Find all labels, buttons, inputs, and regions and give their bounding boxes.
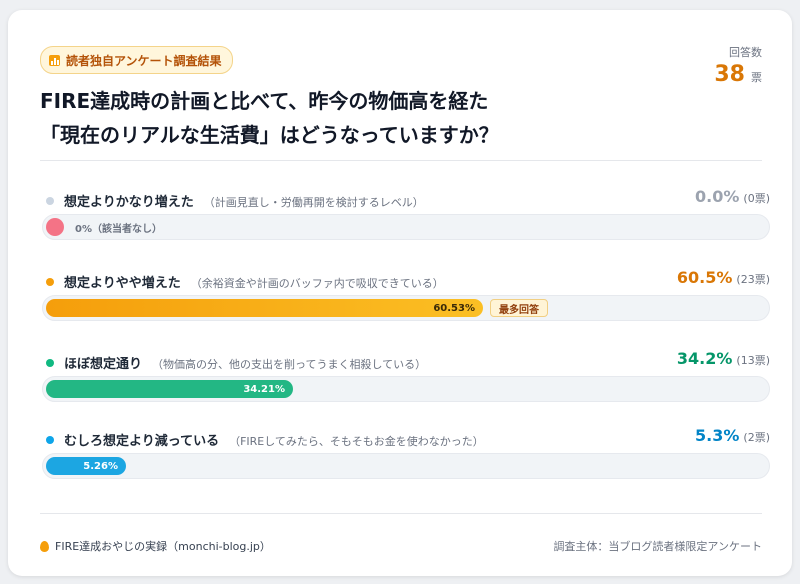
- answer-option: ほぼ想定通り （物価高の分、他の支出を削ってうまく相殺している） 34.2% (1…: [40, 349, 770, 402]
- vote-count: (0票): [743, 192, 770, 205]
- response-count-unit: 票: [751, 71, 762, 84]
- option-note: （計画見直し・労働再開を検討するレベル）: [203, 196, 424, 209]
- percent-value: 0.0%: [695, 187, 740, 206]
- bar-chart-icon: [49, 54, 60, 66]
- response-count-value: 38: [714, 62, 745, 87]
- response-count-label: 回答数: [729, 46, 762, 59]
- option-label: ほぼ想定通り （物価高の分、他の支出を削ってうまく相殺している）: [64, 357, 427, 372]
- bar-fill: 5.26%: [46, 457, 126, 475]
- option-percentage: 0.0% (0票): [695, 187, 770, 206]
- bar-track: 5.26%: [42, 453, 770, 479]
- option-dot: [46, 436, 54, 444]
- bar-label: 34.21%: [243, 383, 285, 395]
- footer-sponsor: 調査主体：当ブログ読者様限定アンケート: [553, 540, 762, 553]
- option-dot: [46, 278, 54, 286]
- answer-option: 想定よりかなり増えた （計画見直し・労働再開を検討するレベル） 0.0% (0票)…: [40, 187, 770, 240]
- vote-count: (23票): [736, 273, 770, 286]
- bar-fill: 34.21%: [46, 380, 293, 398]
- option-percentage: 34.2% (13票): [677, 349, 770, 368]
- option-note: （物価高の分、他の支出を削ってうまく相殺している）: [152, 358, 427, 371]
- bar-fill: 60.53%: [46, 299, 483, 317]
- percent-value: 34.2%: [676, 349, 733, 368]
- footer-source: FIRE達成おやじの実録（monchi-blog.jp）: [40, 538, 271, 554]
- chart-title: FIRE達成時の計画と比べて、昨今の物価高を経た 「現在のリアルな生活費」はどう…: [40, 84, 600, 152]
- vote-count: (2票): [743, 431, 770, 444]
- survey-badge: 読者独自アンケート調査結果: [40, 46, 233, 74]
- bar-label: 60.53%: [433, 302, 475, 314]
- footer-divider: [40, 513, 762, 514]
- title-line-2: 「現在のリアルな生活費」はどうなっていますか？: [40, 123, 499, 147]
- header-divider: [40, 160, 762, 161]
- option-dot: [46, 197, 54, 205]
- flame-icon: [40, 540, 49, 552]
- answer-option: 想定よりやや増えた （余裕資金や計画のバッファ内で吸収できている） 60.5% (…: [40, 268, 770, 321]
- percent-value: 5.3%: [695, 426, 740, 445]
- most-answer-tag: 最多回答: [490, 299, 548, 317]
- vote-count: (13票): [736, 354, 770, 367]
- bar-label: 0%（該当者なし）: [75, 224, 162, 235]
- option-label: むしろ想定より減っている （FIREしてみたら、そもそもお金を使わなかった）: [64, 434, 484, 449]
- option-label: 想定よりかなり増えた （計画見直し・労働再開を検討するレベル）: [64, 195, 424, 210]
- bar-track: 34.21%: [42, 376, 770, 402]
- option-label: 想定よりやや増えた （余裕資金や計画のバッファ内で吸収できている）: [64, 276, 444, 291]
- bar-track: 60.53% 最多回答: [42, 295, 770, 321]
- answer-option: むしろ想定より減っている （FIREしてみたら、そもそもお金を使わなかった） 5.…: [40, 426, 770, 479]
- badge-label: 読者独自アンケート調査結果: [66, 53, 222, 68]
- option-percentage: 5.3% (2票): [695, 426, 770, 445]
- option-dot: [46, 359, 54, 367]
- bar-label: 5.26%: [83, 460, 118, 472]
- option-note: （FIREしてみたら、そもそもお金を使わなかった）: [229, 435, 484, 448]
- bar-track: 0%（該当者なし）: [42, 214, 770, 240]
- percent-value: 60.5%: [676, 268, 733, 287]
- option-note: （余裕資金や計画のバッファ内で吸収できている）: [190, 277, 444, 290]
- zero-marker: [46, 218, 64, 236]
- response-count: 38 票: [714, 62, 762, 87]
- title-line-1: FIRE達成時の計画と比べて、昨今の物価高を経た: [40, 89, 489, 113]
- source-text: FIRE達成おやじの実録（monchi-blog.jp）: [55, 540, 271, 553]
- survey-card: 読者独自アンケート調査結果 FIRE達成時の計画と比べて、昨今の物価高を経た 「…: [8, 10, 792, 576]
- option-percentage: 60.5% (23票): [677, 268, 770, 287]
